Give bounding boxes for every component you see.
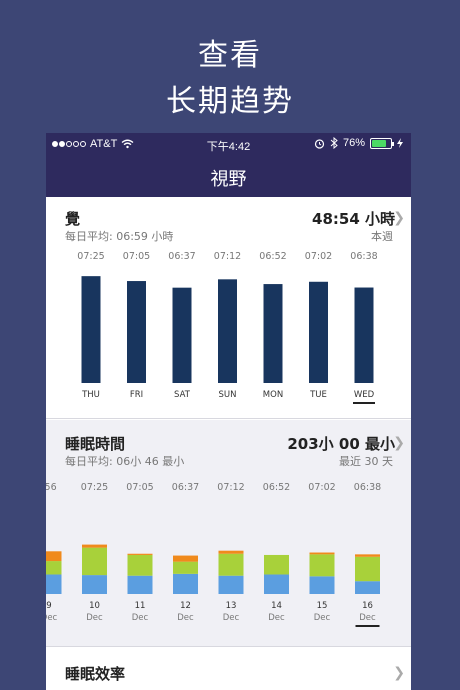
sleep-stage-segment bbox=[355, 556, 380, 582]
sleep-stage-segment bbox=[309, 576, 335, 594]
bar-month-label: Dec bbox=[359, 613, 376, 623]
bar-value-label: 07:02 bbox=[305, 251, 332, 262]
bluetooth-icon bbox=[330, 137, 338, 149]
sleep-stage-segment bbox=[127, 575, 153, 594]
bar-value-label: 07:25 bbox=[81, 482, 108, 493]
sleep-stage-segment bbox=[46, 551, 62, 562]
nav-bar: 視野 bbox=[46, 156, 411, 197]
sleep-stage-segment bbox=[46, 561, 62, 575]
sleep-stage-segment bbox=[46, 574, 62, 594]
charging-icon bbox=[397, 138, 403, 148]
bar-day-label: THU bbox=[81, 390, 100, 400]
sleep-summary-card[interactable]: 覺 每日平均: 06:59 小時 48:54 小時 本週 ❯ 07:25 THU 0… bbox=[46, 197, 411, 419]
bar-date-label: 10 bbox=[89, 601, 100, 611]
bar-value-label: 06:38 bbox=[354, 482, 381, 493]
sleep-stage-segment bbox=[309, 552, 335, 555]
sleep-stage-segment bbox=[173, 561, 198, 574]
bar-value-label: 06:52 bbox=[259, 251, 286, 262]
sleep-stage-segment bbox=[264, 574, 289, 594]
bar-value-label: 06:52 bbox=[263, 482, 290, 493]
battery-fill bbox=[372, 139, 386, 147]
sleep-bar bbox=[309, 281, 328, 383]
status-bar: AT&T 下午4:42 76% bbox=[46, 133, 411, 156]
bar-value-label: 07:25 bbox=[77, 251, 104, 262]
sleep-stage-segment bbox=[82, 547, 107, 576]
sleep-bar bbox=[263, 284, 283, 383]
sleep-stage-segment bbox=[127, 553, 153, 555]
status-right: 76% bbox=[314, 137, 403, 149]
sleep-stage-segment bbox=[309, 554, 335, 577]
sleep-bar bbox=[127, 281, 146, 383]
bar-day-label: TUE bbox=[309, 390, 327, 400]
bar-value-label: 07:05 bbox=[126, 482, 153, 493]
sleep-stage-segment bbox=[218, 553, 244, 576]
bar-day-label: SUN bbox=[219, 390, 237, 400]
bar-value-label: :56 bbox=[46, 482, 57, 493]
bar-month-label: Dec bbox=[132, 613, 149, 623]
card-title: 睡眠效率 bbox=[65, 665, 126, 683]
bar-day-label: MON bbox=[263, 390, 283, 400]
bar-month-label: Dec bbox=[177, 613, 194, 623]
sleep-bar bbox=[218, 279, 237, 383]
promo-line-1: 查看 bbox=[198, 38, 262, 73]
bar-month-label: Dec bbox=[314, 613, 331, 623]
bar-day-label: WED bbox=[354, 390, 375, 400]
sleep-stage-chart: :56 9 Dec 07:25 10 Dec 07:05 11 Dec 06:37 12 Dec 07:… bbox=[46, 482, 381, 627]
selected-date-underline bbox=[355, 625, 380, 627]
nav-title: 視野 bbox=[210, 169, 247, 190]
sleep-bar bbox=[354, 287, 374, 383]
alarm-clock-icon bbox=[314, 138, 325, 149]
chevron-right-icon: ❯ bbox=[393, 665, 405, 681]
sleep-stage-segment bbox=[218, 550, 244, 554]
bar-value-label: 06:37 bbox=[168, 251, 195, 262]
selected-day-underline bbox=[353, 402, 375, 404]
sleep-time-card[interactable]: 睡眠時間 每日平均: 06小 46 最小 203小 00 最小 最近 30 天 … bbox=[46, 420, 411, 647]
bar-date-label: 14 bbox=[271, 601, 282, 611]
sleep-stage-segment bbox=[82, 544, 107, 548]
bar-value-label: 07:12 bbox=[214, 251, 241, 262]
sleep-efficiency-card[interactable]: 睡眠效率 ❯ bbox=[46, 648, 411, 690]
bar-value-label: 06:38 bbox=[350, 251, 377, 262]
sleep-stage-segment bbox=[264, 554, 289, 575]
bar-month-label: Dec bbox=[223, 613, 240, 623]
bar-date-label: 11 bbox=[135, 601, 146, 611]
promo-line-2: 长期趋势 bbox=[166, 84, 294, 119]
bar-day-label: SAT bbox=[174, 390, 191, 400]
bar-month-label: Dec bbox=[268, 613, 285, 623]
bar-date-label: 12 bbox=[180, 601, 191, 611]
bar-date-label: 13 bbox=[226, 601, 237, 611]
bar-value-label: 07:12 bbox=[217, 482, 244, 493]
bar-date-label: 9 bbox=[46, 601, 51, 611]
sleep-stage-segment bbox=[355, 554, 380, 557]
bar-day-label: FRI bbox=[130, 390, 143, 400]
bar-month-label: Dec bbox=[46, 613, 58, 623]
bar-value-label: 07:02 bbox=[308, 482, 335, 493]
bar-date-label: 15 bbox=[317, 601, 328, 611]
sleep-bar-chart: 07:25 THU 07:05 FRI 06:37 SAT 07:12 SUN 06:52 MON… bbox=[77, 251, 378, 404]
bar-value-label: 06:37 bbox=[172, 482, 199, 493]
sleep-bar bbox=[81, 276, 101, 383]
sleep-stage-segment bbox=[355, 581, 380, 594]
sleep-stage-segment bbox=[218, 575, 244, 594]
battery-percent: 76% bbox=[342, 137, 365, 149]
sleep-stage-segment bbox=[173, 573, 198, 594]
sleep-bar bbox=[172, 287, 192, 383]
bar-month-label: Dec bbox=[86, 613, 103, 623]
bar-value-label: 07:05 bbox=[123, 251, 150, 262]
sleep-stage-segment bbox=[127, 554, 153, 576]
bar-date-label: 16 bbox=[362, 601, 373, 611]
sleep-stage-segment bbox=[82, 575, 107, 594]
sleep-stage-segment bbox=[173, 555, 198, 562]
phone-screen: AT&T 下午4:42 76% 視野 覺 每日平均: 06:59 小時 48:5… bbox=[46, 133, 411, 690]
battery-icon bbox=[370, 137, 394, 149]
